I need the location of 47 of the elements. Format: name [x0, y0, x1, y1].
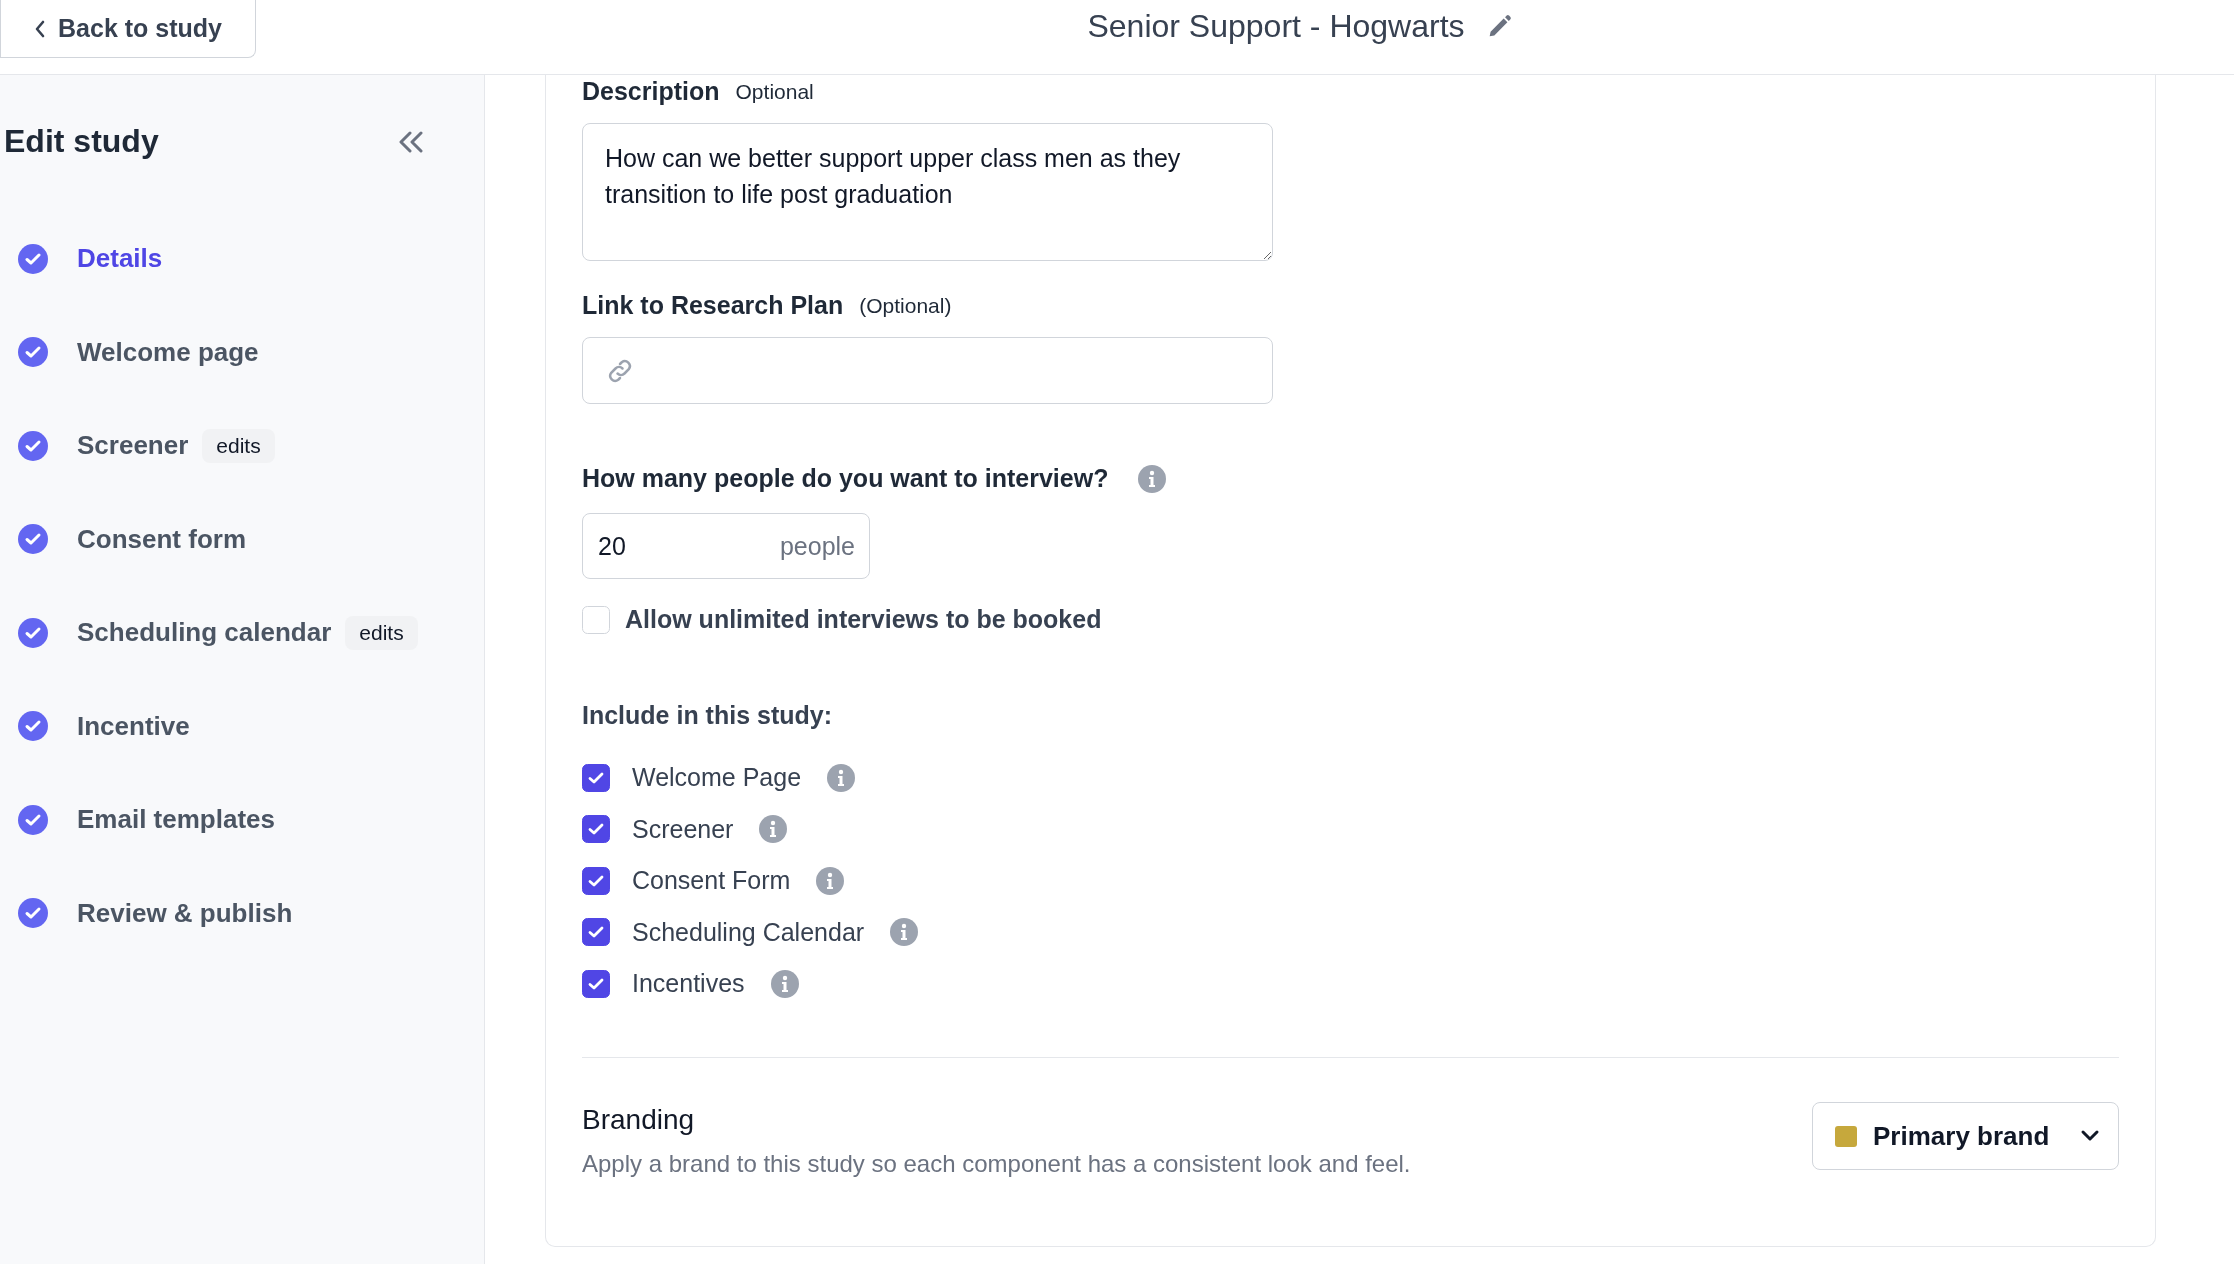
field-label: Description [582, 77, 720, 106]
edits-badge: edits [202, 428, 275, 463]
unit-label: people [779, 531, 855, 561]
brand-dropdown[interactable]: Primary brand [1812, 1102, 2119, 1170]
link-field[interactable] [582, 337, 1273, 404]
checkbox[interactable] [582, 969, 610, 998]
nav-link[interactable]: Screener [77, 430, 189, 462]
field-value: 20 [598, 531, 626, 561]
info-icon[interactable] [816, 866, 845, 895]
info-icon[interactable] [890, 918, 919, 946]
chevron-down-icon [2080, 1129, 2100, 1143]
checkbox-label: Screener [632, 814, 734, 844]
info-icon[interactable] [1138, 464, 1167, 493]
description-field[interactable]: How can we better support upper class men as they transition to life post graduation [582, 123, 1273, 261]
section-label: Include in this study: [582, 701, 832, 730]
people-count-field[interactable]: 20 people [582, 513, 870, 579]
optional-hint: (Optional) [859, 293, 952, 318]
edits-badge: edits [345, 615, 418, 650]
checkbox-label: Welcome Page [632, 763, 802, 792]
nav-link[interactable]: Email templates [77, 804, 275, 836]
checkbox-label: Consent Form [632, 866, 791, 895]
question-label: How many people do you want to interview? [582, 464, 1109, 493]
field-label: Link to Research Plan [582, 291, 844, 320]
nav-link[interactable]: Scheduling calendar [77, 617, 332, 649]
checkbox[interactable] [582, 763, 610, 792]
checkbox[interactable] [582, 815, 610, 843]
back-button[interactable]: Back to study [0, 0, 256, 58]
checkbox-label: Scheduling Calendar [632, 917, 865, 947]
checkbox[interactable] [582, 866, 610, 895]
checkbox[interactable] [582, 918, 610, 946]
nav-link[interactable]: Consent form [77, 523, 246, 555]
chevron-left-icon [34, 19, 47, 38]
optional-hint: Optional [735, 79, 814, 104]
study-title: Senior Support - Hogwarts [1087, 8, 1465, 45]
nav-link[interactable]: Welcome page [77, 336, 259, 368]
checkbox-label: Incentives [632, 969, 745, 998]
collapse-icon[interactable] [398, 130, 424, 153]
nav-link[interactable]: Review & publish [77, 897, 293, 929]
info-icon[interactable] [759, 815, 788, 843]
nav-link[interactable]: Incentive [77, 710, 190, 742]
checkbox-label: Allow unlimited interviews to be booked [625, 605, 1102, 634]
info-icon[interactable] [770, 969, 799, 998]
section-title: Branding [582, 1104, 696, 1136]
nav-link[interactable]: Details [77, 243, 163, 275]
sidebar-title: Edit study [4, 123, 159, 160]
info-icon[interactable] [827, 763, 856, 792]
section-description: Apply a brand to this study so each component has a consistent look and feel. [582, 1150, 1411, 1178]
